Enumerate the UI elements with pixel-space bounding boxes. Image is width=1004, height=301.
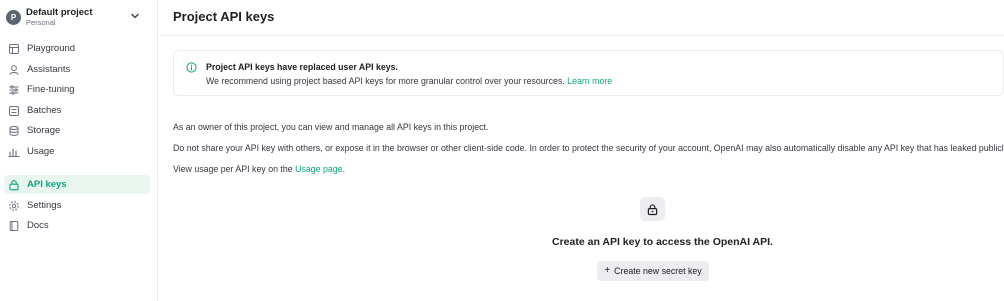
sidebar-item-assistants[interactable]: Assistants: [4, 60, 150, 79]
gear-icon: [8, 200, 20, 212]
lock-icon: [8, 179, 20, 191]
project-text: Default project Personal: [26, 6, 93, 27]
learn-more-link[interactable]: Learn more: [567, 76, 612, 86]
plus-icon: +: [604, 265, 611, 276]
info-notice: Project API keys have replaced user API …: [173, 50, 1004, 96]
sidebar-item-fine-tuning[interactable]: Fine-tuning: [4, 80, 150, 99]
security-warning-text: Do not share your API key with others, o…: [173, 143, 1004, 153]
create-secret-key-label: Create new secret key: [614, 266, 702, 276]
project-name: Default project: [26, 6, 93, 18]
sidebar-item-playground[interactable]: Playground: [4, 39, 150, 58]
lock-icon: [647, 203, 658, 215]
page-title: Project API keys: [173, 9, 275, 24]
sidebar-item-settings[interactable]: Settings: [4, 196, 150, 215]
empty-state-title-text: Create an API key to access the OpenAI A…: [552, 236, 773, 248]
playground-icon: [8, 43, 20, 55]
usage-info-prefix: View usage per API key on the: [173, 164, 293, 174]
sidebar-item-label: Storage: [27, 125, 61, 136]
divider: [159, 35, 1004, 36]
usage-info-suffix: .: [342, 164, 346, 174]
project-switcher[interactable]: P Default project Personal: [4, 4, 150, 30]
project-subtitle: Personal: [26, 18, 56, 27]
sidebar-item-label: Playground: [27, 43, 76, 54]
info-icon: [186, 62, 197, 73]
chevron-down-icon: [131, 13, 139, 19]
storage-icon: [8, 125, 20, 137]
owner-info-text: As an owner of this project, you can vie…: [173, 122, 489, 132]
notice-title: Project API keys have replaced user API …: [206, 62, 399, 72]
empty-state-title: Create an API key to access the OpenAI A…: [159, 236, 1004, 248]
sidebar-item-label: Fine-tuning: [27, 84, 75, 95]
sidebar-item-usage[interactable]: Usage: [4, 142, 150, 161]
docs-icon: [8, 220, 20, 232]
sidebar-item-label: Assistants: [27, 64, 71, 75]
app-root: P Default project Personal Playground As…: [0, 0, 1004, 301]
sidebar-item-label: Settings: [27, 200, 62, 211]
usage-icon: [8, 146, 20, 158]
fine-tuning-icon: [8, 84, 20, 96]
sidebar-item-label: API keys: [27, 179, 67, 190]
sidebar-item-label: Batches: [27, 105, 62, 116]
sidebar-item-batches[interactable]: Batches: [4, 101, 150, 120]
sidebar-item-docs[interactable]: Docs: [4, 216, 150, 235]
project-avatar: P: [6, 9, 21, 25]
notice-body: We recommend using project based API key…: [206, 76, 612, 86]
batches-icon: [8, 105, 20, 117]
create-secret-key-button[interactable]: + Create new secret key: [597, 261, 709, 281]
usage-page-link[interactable]: Usage page: [295, 164, 342, 174]
assistants-icon: [8, 64, 20, 76]
sidebar-item-label: Docs: [27, 220, 49, 231]
sidebar-item-api-keys[interactable]: API keys: [4, 175, 150, 194]
empty-state-lock: [640, 197, 665, 221]
sidebar: P Default project Personal Playground As…: [0, 0, 158, 301]
notice-body-text: We recommend using project based API key…: [206, 76, 565, 86]
usage-info-text: View usage per API key on the Usage page…: [173, 164, 345, 174]
sidebar-item-storage[interactable]: Storage: [4, 121, 150, 140]
sidebar-item-label: Usage: [27, 146, 55, 157]
main-content: Project API keys Project API keys have r…: [159, 0, 1004, 301]
